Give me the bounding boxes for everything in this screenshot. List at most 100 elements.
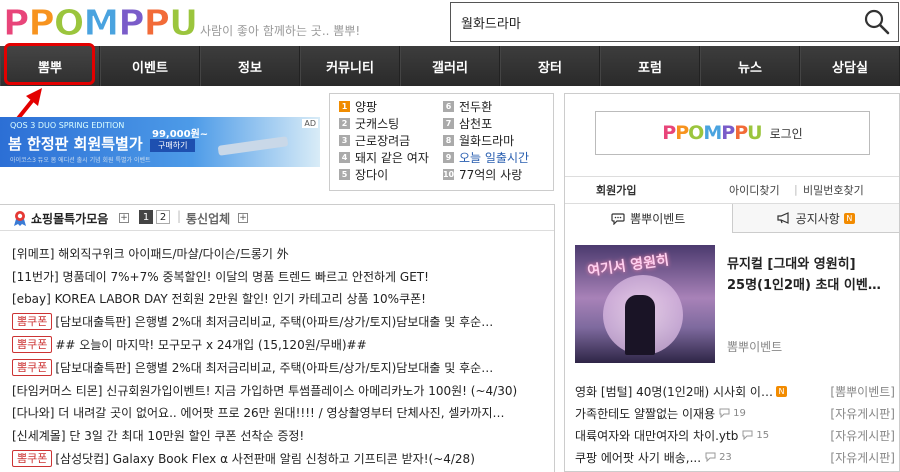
telecom-link[interactable]: 통신업체 [186,210,230,227]
join-link[interactable]: 회원가입 [596,182,636,198]
speech-bubble-icon [611,212,625,225]
post-row[interactable]: 영화 [범털] 40명(1인2매) 시사회 이… N [뽐뿌이벤트] [575,380,895,402]
featured-event-source[interactable]: 뽐뿌이벤트 [727,338,782,355]
site-logo[interactable]: PPOMPPU [2,2,198,44]
find-password-link[interactable]: 비밀번호찾기 [803,182,864,198]
shop-deal-text: [담보대출특판] 은행별 2%대 최저금리비교, 주택(아파트/상가/토지)담보… [55,360,494,375]
ranking-item[interactable]: 4 돼지 같은 여자 [339,149,429,166]
login-label: 로그인 [769,126,803,141]
find-id-link[interactable]: 아이디찾기 [729,182,780,198]
rank-number: 1 [339,101,350,112]
nav-item[interactable]: 정보 [200,46,300,86]
logo-letter: P [675,122,689,144]
rank-number: 3 [339,135,350,146]
post-row[interactable]: 가족한테도 얄짤없는 이재용 19 [자유게시판] [575,402,895,424]
logo-letter: P [734,122,748,144]
shop-deal-text: ## 오늘이 마지막! 모구모구 x 24개입 (15,120원/무배)## [55,338,367,353]
shop-deal-row[interactable]: [위메프] 해외직구위크 아이패드/마샬/다이슨/드롱기 外 [12,242,552,265]
shop-title[interactable]: 쇼핑몰특가모음 [31,210,108,227]
tab-ppomppu-event[interactable]: 뽐뿌이벤트 [565,204,733,233]
nav-item[interactable]: 장터 [500,46,600,86]
keyword-ranking: 1 양팡 2 굿캐스팅 3 근로장려금 4 돼지 같은 여자 5 장다이 6 전두환 7 삼천포 8 월화드… [329,93,554,191]
tab-notice[interactable]: 공지사항 N [732,204,899,233]
ranking-item[interactable]: 7 삼천포 [443,115,529,132]
poster-title: 여기서 영원히 [586,252,671,280]
nav-item[interactable]: 뉴스 [700,46,800,86]
search-input[interactable] [461,11,841,33]
page-1[interactable]: 1 [139,210,153,224]
rank-number: 6 [443,101,454,112]
nav-item[interactable]: 상담실 [800,46,900,86]
shop-deal-text: [11번가] 명품데이 7%+7% 중복할인! 이달의 명품 트렌드 빠르고 안… [12,269,429,284]
nav-item[interactable]: 갤러리 [400,46,500,86]
banner-price: 99,000원~ [152,129,209,140]
couple-silhouette [625,295,655,355]
logo-letter: M [703,122,722,144]
shop-deal-text: [신세계몰] 단 3일 간 최대 10만원 할인 쿠폰 선착순 증정! [12,429,305,444]
ranking-item[interactable]: 5 장다이 [339,166,429,183]
shop-deal-row[interactable]: 뽐쿠폰 [담보대출특판] 은행별 2%대 최저금리비교, 주택(아파트/상가/토지… [12,356,552,379]
divider: | [177,209,182,223]
shop-deal-text: [ebay] KOREA LABOR DAY 전회원 2만원 할인! 인기 카테… [12,292,426,307]
ranking-item[interactable]: 9 오늘 일출시간 [443,149,529,166]
search-icon[interactable] [862,7,892,37]
rank-keyword: 삼천포 [459,117,493,131]
login-logo: PPOMPPU [662,122,762,144]
featured-event-title[interactable]: 뮤지컬 [그대와 영원히] 25명(1인2매) 초대 이벤… [727,254,892,296]
shop-deal-row[interactable]: 뽐쿠폰 ## 오늘이 마지막! 모구모구 x 24개입 (15,120원/무배)#… [12,333,552,356]
comment-icon [742,430,753,440]
comment-icon [719,408,730,418]
login-button[interactable]: PPOMPPU 로그인 [595,111,870,155]
shop-deal-row[interactable]: [11번가] 명품데이 7%+7% 중복할인! 이달의 명품 트렌드 빠르고 안… [12,265,552,288]
shop-deal-row[interactable]: 뽐쿠폰 [삼성닷컴] Galaxy Book Flex α 사전판매 알림 신청하… [12,447,552,470]
post-row[interactable]: 대륙여자와 대만여자의 차이.ytb 15 [자유게시판] [575,424,895,446]
rank-number: 7 [443,118,454,129]
shop-deal-row[interactable]: [신세계몰] 단 3일 간 최대 10만원 할인 쿠폰 선착순 증정! [12,424,552,447]
highlight-box [4,43,95,85]
rank-number: 9 [443,152,454,163]
ranking-item[interactable]: 10 77억의 사랑 [443,166,529,183]
ranking-item[interactable]: 6 전두환 [443,98,529,115]
coupon-badge: 뽐쿠폰 [12,450,53,468]
comment-icon [705,452,716,462]
coupon-badge: 뽐쿠폰 [12,313,53,331]
shop-deal-row[interactable]: [다나와] 더 내려갈 곳이 없어요.. 에어팟 프로 26만 원대!!!! /… [12,402,552,425]
post-title: 영화 [범털] 40명(1인2매) 시사회 이… [575,384,773,399]
plus-icon[interactable]: + [119,213,129,223]
page-2[interactable]: 2 [156,210,170,224]
coupon-badge: 뽐쿠폰 [12,358,53,376]
main-nav: 뽐뿌 이벤트 정보 커뮤니티 갤러리 장터 포럼 뉴스 상담실 [0,46,900,86]
rank-keyword: 오늘 일출시간 [459,151,530,165]
plus-icon[interactable]: + [238,213,248,223]
featured-event-image[interactable]: 여기서 영원히 [575,245,715,363]
shop-header: 쇼핑몰특가모음 + 1 2 | 통신업체 + [0,205,554,231]
shop-deal-row[interactable]: 뽐쿠폰 [담보대출특판] 은행별 2%대 최저금리비교, 주택(아파트/상가/토지… [12,310,552,333]
ranking-item[interactable]: 3 근로장려금 [339,132,429,149]
banner-buy-button[interactable]: 구매하기 [150,139,196,152]
post-row[interactable]: 쿠팡 에어팟 사기 배송,... 23 [자유게시판] [575,446,895,468]
nav-item[interactable]: 이벤트 [100,46,200,86]
ad-banner[interactable]: QOS 3 DUO SPRING EDITION 봄 한정판 회원특별가 아이코… [0,117,320,167]
board-name[interactable]: [자유게시판] [830,405,895,422]
ranking-item[interactable]: 2 굿캐스팅 [339,115,429,132]
shop-deal-row[interactable]: [ebay] KOREA LABOR DAY 전회원 2만원 할인! 인기 카테… [12,288,552,311]
ranking-item[interactable]: 8 월화드라마 [443,132,529,149]
new-badge: N [843,212,855,224]
banner-line3: 아이코스3 듀오 봄 에디션 출시 기념 회원 특별가 이벤트 [10,157,151,164]
ranking-column-right: 6 전두환 7 삼천포 8 월화드라마 9 오늘 일출시간 10 77억의 사랑 [443,98,529,183]
shop-deal-row[interactable]: [타임커머스 티몬] 신규회원가입이벤트! 지금 가입하면 투썸플레이스 아메리… [12,379,552,402]
tagline: 사람이 좋아 함께하는 곳.. 뽐뿌! [200,24,361,38]
rank-keyword: 양팡 [355,100,378,114]
board-name[interactable]: [자유게시판] [830,427,895,444]
shop-deal-text: [삼성닷컴] Galaxy Book Flex α 사전판매 알림 신청하고 기… [55,452,475,467]
comment-count: 23 [719,451,732,463]
ranking-item[interactable]: 1 양팡 [339,98,429,115]
board-name[interactable]: [뽐뿌이벤트] [830,383,895,400]
shop-deal-text: [타임커머스 티몬] 신규회원가입이벤트! 지금 가입하면 투썸플레이스 아메리… [12,383,518,398]
board-name[interactable]: [자유게시판] [830,449,895,466]
logo-letter: P [662,122,676,144]
nav-item[interactable]: 커뮤니티 [300,46,400,86]
logo-letter: P [143,2,170,44]
nav-item[interactable]: 포럼 [600,46,700,86]
banner-line1: QOS 3 DUO SPRING EDITION [10,121,125,130]
